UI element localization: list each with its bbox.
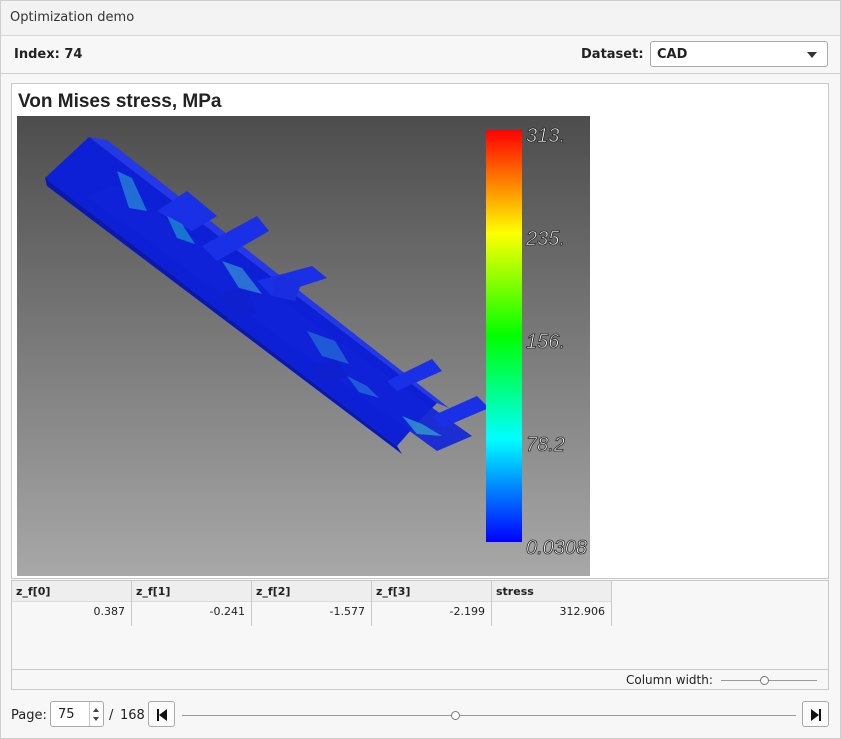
table-cell: -0.241 [209, 605, 245, 618]
spin-down-icon[interactable] [93, 717, 99, 721]
stress-visualization[interactable]: 313. 235. 156. 78.2 0.0308 [17, 116, 590, 576]
last-page-button[interactable] [802, 701, 829, 727]
column-width-slider-handle[interactable] [760, 676, 769, 685]
dataset-select[interactable]: CAD [650, 41, 828, 67]
chevron-down-icon [807, 52, 817, 58]
plot-panel: Von Mises stress, MPa 313. 235. 156. 78.… [11, 83, 829, 579]
table-cell: 0.387 [93, 605, 126, 618]
colorbar-tick-label: 313. [526, 125, 565, 147]
spin-buttons [89, 702, 103, 726]
colorbar-tick-label: 235. [525, 228, 565, 250]
column-header[interactable]: z_f[1] [132, 581, 251, 602]
table-cell: -2.199 [449, 605, 485, 618]
column-header[interactable]: z_f[0] [12, 581, 131, 602]
page-spinbox[interactable]: 75 [50, 701, 104, 727]
skip-forward-icon [811, 709, 821, 721]
index-label: Index: 74 [14, 47, 83, 62]
title-bar: Optimization demo [1, 1, 840, 36]
colorbar [486, 130, 522, 542]
results-table: z_f[0] 0.387 z_f[1] -0.241 z_f[2] -1.577 z_f[3… [11, 580, 829, 670]
column-header[interactable]: z_f[2] [252, 581, 371, 602]
page-slider-track[interactable] [182, 715, 796, 716]
table-cell: 312.906 [559, 605, 606, 618]
toolbar: Index: 74 Dataset: CAD [1, 36, 840, 74]
table-column: z_f[3] -2.199 [372, 581, 492, 626]
table-column: z_f[2] -1.577 [252, 581, 372, 626]
skip-back-icon [157, 709, 167, 721]
dataset-label: Dataset: [581, 47, 644, 62]
page-separator: / [109, 708, 114, 723]
page-slider-handle[interactable] [451, 711, 460, 720]
page-label: Page: [11, 708, 47, 723]
column-width-label: Column width: [626, 673, 713, 687]
window-title: Optimization demo [10, 10, 135, 25]
column-header-label: z_f[3] [376, 585, 411, 598]
colorbar-tick-label: 156. [526, 331, 565, 353]
colorbar-tick-label: 78.2 [526, 434, 565, 456]
column-header[interactable]: z_f[3] [372, 581, 491, 602]
table-cell: -1.577 [329, 605, 365, 618]
column-header-label: z_f[0] [16, 585, 51, 598]
column-header-label: stress [496, 585, 534, 598]
spin-up-icon[interactable] [93, 708, 99, 712]
column-header-label: z_f[2] [256, 585, 291, 598]
column-width-slider-track[interactable] [721, 680, 817, 681]
first-page-button[interactable] [148, 701, 175, 727]
table-column: z_f[1] -0.241 [132, 581, 252, 626]
page-input[interactable]: 75 [58, 707, 75, 722]
plot-title: Von Mises stress, MPa [18, 91, 222, 112]
column-header-label: z_f[1] [136, 585, 171, 598]
table-column: stress 312.906 [492, 581, 612, 626]
colorbar-tick-label: 0.0308 [526, 537, 587, 559]
dataset-select-value: CAD [657, 47, 688, 62]
column-width-bar: Column width: [11, 670, 829, 690]
pager: Page: 75 / 168 [0, 698, 839, 732]
table-column: z_f[0] 0.387 [12, 581, 132, 626]
page-total: 168 [120, 708, 145, 723]
column-header[interactable]: stress [492, 581, 611, 602]
